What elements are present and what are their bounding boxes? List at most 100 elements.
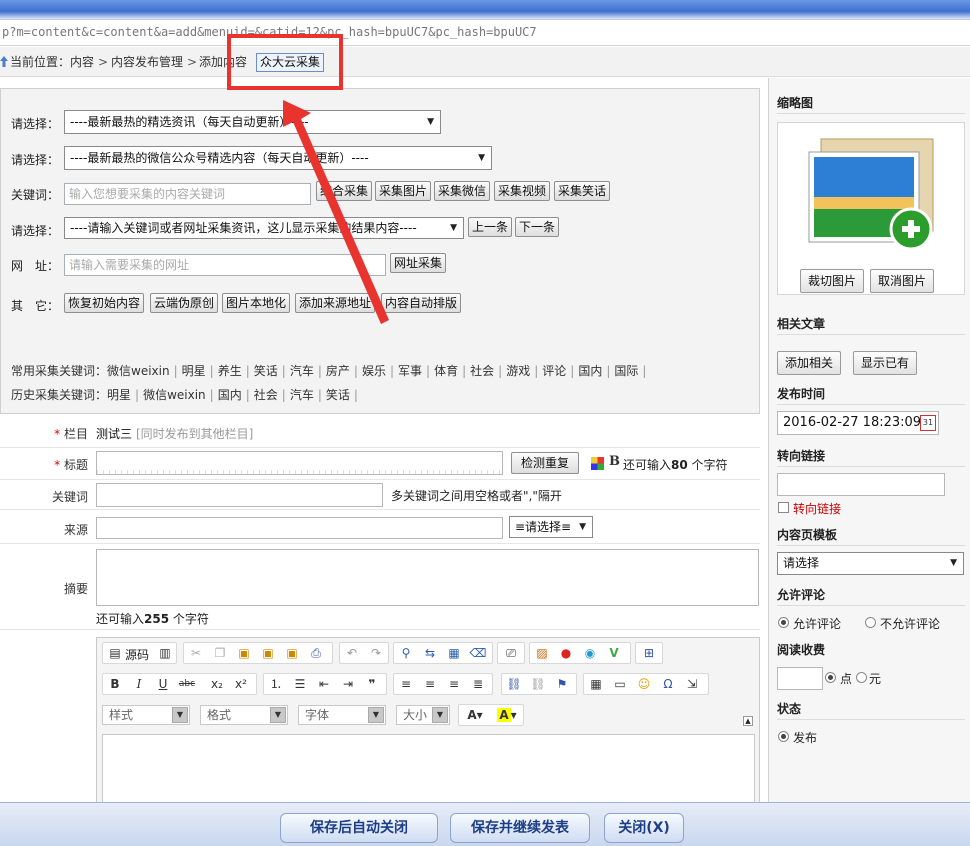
keyword-input[interactable]: 输入您想要采集的内容关键词 [64, 183, 311, 205]
blockquote-icon[interactable]: ❞ [362, 674, 382, 694]
redo-icon[interactable]: ↷ [366, 643, 386, 663]
eraser-icon[interactable]: ⌫ [468, 643, 488, 663]
unlink-icon[interactable]: ⛓ [528, 674, 548, 694]
result-select[interactable]: ----请输入关键词或者网址采集资讯，这儿显示采集的结果内容---- ▼ [64, 217, 464, 239]
breadcrumb-item-manage[interactable]: 内容发布管理 [111, 47, 183, 77]
find-icon[interactable]: ⚲ [396, 643, 416, 663]
collect-video-button[interactable]: 采集视频 [494, 181, 551, 201]
template-icon[interactable]: ▥ [155, 643, 175, 663]
keyword-link[interactable]: 社会 [470, 364, 494, 378]
keyword-link[interactable]: 明星 [182, 364, 206, 378]
pseudo-original-button[interactable]: 云端伪原创 [150, 293, 219, 313]
copy-icon[interactable]: ❐ [210, 643, 230, 663]
bullet-list-icon[interactable]: ☰ [290, 674, 310, 694]
breadcrumb-item-content[interactable]: 内容 [70, 47, 94, 77]
auto-format-button[interactable]: 内容自动排版 [381, 293, 462, 313]
keyword-link[interactable]: 评论 [542, 364, 566, 378]
thumbnail-box[interactable]: 裁切图片 取消图片 [777, 122, 965, 295]
template-select[interactable]: 请选择 ▼ [777, 552, 964, 575]
bg-color-icon[interactable]: A ▾ [493, 705, 521, 725]
paste-word-icon[interactable]: ▣ [282, 643, 302, 663]
add-related-button[interactable]: 添加相关 [777, 351, 841, 375]
restore-content-button[interactable]: 恢复初始内容 [64, 293, 145, 313]
align-center-icon[interactable]: ≡ [420, 674, 440, 694]
keyword-link[interactable]: 汽车 [290, 388, 314, 402]
color-picker-icon[interactable] [591, 457, 604, 470]
source-select[interactable]: ≡请选择≡ ▼ [509, 516, 593, 538]
news-select[interactable]: ----最新最热的精选资讯（每天自动更新）---- ▼ [64, 110, 441, 134]
collect-wechat-button[interactable]: 采集微信 [434, 181, 491, 201]
format-combo[interactable]: 格式 ▼ [200, 705, 288, 725]
keyword-link[interactable]: 微信weixin [107, 364, 170, 378]
image-icon[interactable]: ▨ [532, 643, 552, 663]
keywords-input[interactable] [96, 483, 383, 507]
next-button[interactable]: 下一条 [515, 217, 560, 237]
ordered-list-icon[interactable]: ⒈ [266, 674, 286, 694]
show-existing-button[interactable]: 显示已有 [853, 351, 917, 375]
fee-input[interactable] [777, 667, 823, 690]
text-color-icon[interactable]: A▾ [461, 705, 489, 725]
size-combo[interactable]: 大小 ▼ [396, 705, 450, 725]
url-bar[interactable]: p?m=content&c=content&a=add&menuid=&cati… [0, 20, 970, 46]
select-all-icon[interactable]: ▦ [444, 643, 464, 663]
source-icon[interactable]: ▤ [105, 643, 125, 663]
summary-textarea[interactable] [96, 549, 759, 606]
collect-images-button[interactable]: 采集图片 [375, 181, 432, 201]
italic-button[interactable]: I [129, 674, 149, 694]
keyword-link[interactable]: 笑话 [254, 364, 278, 378]
page-break-icon[interactable]: ⇲ [682, 674, 702, 694]
keyword-link[interactable]: 国内 [218, 388, 242, 402]
calendar-icon[interactable]: 31 [920, 415, 936, 431]
source-button[interactable]: 源码 [125, 646, 149, 663]
keyword-link[interactable]: 娱乐 [362, 364, 386, 378]
strike-button[interactable]: abc [177, 674, 197, 694]
keyword-link[interactable]: 微信weixin [143, 388, 206, 402]
hr-icon[interactable]: ▭ [610, 674, 630, 694]
publish-time-input[interactable]: 2016-02-27 18:23:09 31 [777, 411, 939, 435]
undo-icon[interactable]: ↶ [342, 643, 362, 663]
style-combo[interactable]: 样式 ▼ [102, 705, 190, 725]
table-icon[interactable]: ▦ [586, 674, 606, 694]
smiley-icon[interactable]: ☺ [634, 674, 654, 694]
anchor-flag-icon[interactable]: ⚑ [552, 674, 572, 694]
bold-icon[interactable]: B [609, 454, 620, 469]
cancel-image-button[interactable]: 取消图片 [870, 269, 934, 293]
underline-button[interactable]: U [153, 674, 173, 694]
editor-content-area[interactable] [102, 734, 755, 804]
preview-icon[interactable]: ⎚ [501, 643, 521, 663]
video-icon[interactable]: V [604, 643, 624, 663]
indent-icon[interactable]: ⇥ [338, 674, 358, 694]
bold-button[interactable]: B [105, 674, 125, 694]
allow-comment-radio[interactable] [778, 617, 789, 628]
cut-icon[interactable]: ✂ [186, 643, 206, 663]
superscript-button[interactable]: x² [231, 674, 251, 694]
url-collect-button[interactable]: 网址采集 [390, 253, 447, 273]
save-close-button[interactable]: 保存后自动关闭 [280, 813, 438, 843]
fee-point-radio[interactable] [825, 672, 836, 683]
subscript-button[interactable]: x₂ [207, 674, 227, 694]
font-combo[interactable]: 字体 ▼ [298, 705, 386, 725]
replace-icon[interactable]: ⇆ [420, 643, 440, 663]
paste-text-icon[interactable]: ▣ [258, 643, 278, 663]
source-input[interactable] [96, 517, 503, 539]
align-justify-icon[interactable]: ≣ [468, 674, 488, 694]
collect-all-button[interactable]: 综合采集 [316, 181, 373, 201]
keyword-link[interactable]: 笑话 [326, 388, 350, 402]
print-icon[interactable]: ⎙ [306, 643, 326, 663]
align-left-icon[interactable]: ≡ [396, 674, 416, 694]
keyword-link[interactable]: 明星 [107, 388, 131, 402]
title-input[interactable] [96, 451, 503, 475]
url-input[interactable]: 请输入需要采集的网址 [64, 254, 386, 276]
link-icon[interactable]: ⛓ [504, 674, 524, 694]
check-duplicate-button[interactable]: 检测重复 [511, 452, 580, 474]
keyword-link[interactable]: 社会 [254, 388, 278, 402]
keyword-link[interactable]: 体育 [434, 364, 458, 378]
collapse-toolbar-icon[interactable]: ▲ [743, 716, 753, 726]
crop-image-button[interactable]: 裁切图片 [800, 269, 864, 293]
redirect-checkbox[interactable] [778, 502, 789, 513]
keyword-link[interactable]: 军事 [398, 364, 422, 378]
media-icon[interactable]: ◉ [580, 643, 600, 663]
fee-yuan-radio[interactable] [856, 672, 867, 683]
disallow-comment-radio[interactable] [865, 617, 876, 628]
flash-icon[interactable]: ● [556, 643, 576, 663]
